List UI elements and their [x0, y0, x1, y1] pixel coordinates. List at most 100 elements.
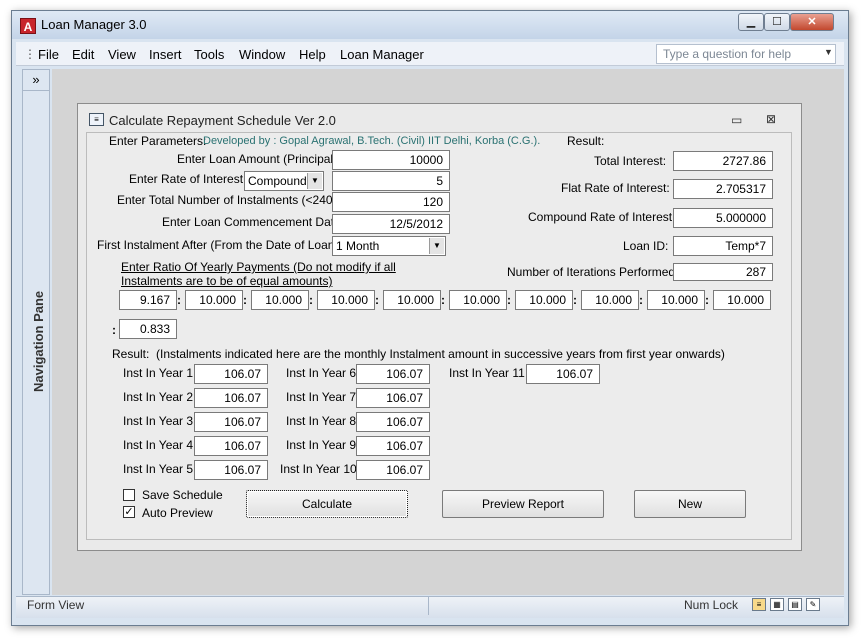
navigation-pane-label[interactable]: Navigation Pane — [31, 291, 46, 392]
loan-id-label: Loan ID: — [623, 239, 669, 253]
inst-year-label: Inst In Year 1 — [123, 366, 194, 380]
menu-help[interactable]: Help — [299, 47, 326, 62]
form-icon: ≡ — [89, 113, 104, 126]
app-icon: A — [20, 18, 36, 34]
iterations-label: Number of Iterations Performed: — [507, 265, 679, 279]
inst-year-field[interactable]: 106.07 — [526, 364, 600, 384]
ratio-field[interactable]: 0.833 — [119, 319, 177, 339]
preview-report-button[interactable]: Preview Report — [442, 490, 604, 518]
chevron-down-icon[interactable]: ▼ — [429, 238, 444, 254]
form-minimize-icon[interactable]: ▭ — [731, 113, 742, 127]
ratio-separator: : — [705, 293, 709, 307]
num-lock-indicator: Num Lock — [684, 598, 739, 612]
form-close-icon[interactable]: ⊠ — [766, 112, 776, 126]
auto-preview-checkbox[interactable]: ✓ — [123, 506, 135, 518]
inst-year-label: Inst In Year 7 — [286, 390, 357, 404]
inst-year-label: Inst In Year 10 — [280, 462, 357, 476]
chevron-down-icon[interactable]: ▼ — [824, 47, 833, 57]
menu-insert[interactable]: Insert — [149, 47, 182, 62]
ratio-separator: : — [639, 293, 643, 307]
instalments-field[interactable]: 120 — [332, 192, 450, 212]
ratio-separator: : — [507, 293, 511, 307]
inst-year-label: Inst In Year 5 — [123, 462, 194, 476]
menu-grip-icon: ⋮ — [24, 47, 36, 61]
commencement-date-field[interactable]: 12/5/2012 — [332, 214, 450, 234]
minimize-button[interactable]: ▁ — [738, 13, 764, 31]
inst-year-field[interactable]: 106.07 — [356, 436, 430, 456]
close-button[interactable]: ✕ — [790, 13, 834, 31]
total-interest-label: Total Interest: — [594, 154, 667, 168]
chevron-down-icon[interactable]: ▼ — [307, 173, 322, 189]
first-instalment-select[interactable]: 1 Month ▼ — [332, 236, 446, 256]
maximize-button[interactable]: ☐ — [764, 13, 790, 31]
inst-year-label: Inst In Year 9 — [286, 438, 357, 452]
ratio-field[interactable]: 10.000 — [449, 290, 507, 310]
flat-rate-field[interactable]: 2.705317 — [673, 179, 773, 199]
ratio-separator: : — [309, 293, 313, 307]
save-schedule-checkbox[interactable] — [123, 489, 135, 501]
loan-id-field[interactable]: Temp*7 — [673, 236, 773, 256]
ratio-separator: : — [573, 293, 577, 307]
pivot-table-view-icon[interactable]: ▤ — [788, 598, 802, 611]
inst-year-field[interactable]: 106.07 — [194, 412, 268, 432]
expand-nav-icon[interactable]: » — [22, 69, 50, 91]
ratio-field[interactable]: 9.167 — [119, 290, 177, 310]
form-view-icon[interactable]: ≡ — [752, 598, 766, 611]
ratio-field[interactable]: 10.000 — [317, 290, 375, 310]
menu-file[interactable]: File — [38, 47, 59, 62]
inst-year-label: Inst In Year 6 — [286, 366, 357, 380]
first-instalment-label: First Instalment After (From the Date of… — [97, 238, 342, 252]
inst-year-field[interactable]: 106.07 — [194, 460, 268, 480]
rate-type-select[interactable]: Compound ▼ — [244, 171, 324, 191]
ratio-field[interactable]: 10.000 — [647, 290, 705, 310]
instalments-label: Enter Total Number of Instalments (<240)… — [117, 193, 340, 207]
result-note-label: Result: — [112, 347, 150, 361]
ratio-field[interactable]: 10.000 — [515, 290, 573, 310]
developer-credit: Developed by : Gopal Agrawal, B.Tech. (C… — [203, 135, 541, 147]
inst-year-label: Inst In Year 3 — [123, 414, 194, 428]
menu-window[interactable]: Window — [239, 47, 285, 62]
inst-year-field[interactable]: 106.07 — [356, 412, 430, 432]
inst-year-field[interactable]: 106.07 — [194, 436, 268, 456]
inst-year-field[interactable]: 106.07 — [194, 364, 268, 384]
design-view-icon[interactable]: ✎ — [806, 598, 820, 611]
ratio-field[interactable]: 10.000 — [185, 290, 243, 310]
ratio-separator: : — [112, 323, 116, 337]
ratio-field[interactable]: 10.000 — [581, 290, 639, 310]
ratio-field[interactable]: 10.000 — [251, 290, 309, 310]
inst-year-field[interactable]: 106.07 — [356, 364, 430, 384]
new-button[interactable]: New — [634, 490, 746, 518]
loan-amount-label: Enter Loan Amount (Principal): — [177, 152, 341, 166]
ratio-field[interactable]: 10.000 — [713, 290, 771, 310]
inst-year-field[interactable]: 106.07 — [356, 388, 430, 408]
status-divider — [428, 597, 429, 615]
rate-type-value: Compound — [248, 174, 307, 188]
window-title: Loan Manager 3.0 — [41, 17, 147, 32]
menu-edit[interactable]: Edit — [72, 47, 94, 62]
iterations-field[interactable]: 287 — [673, 263, 773, 281]
commencement-date-label: Enter Loan Commencement Date: — [162, 215, 345, 229]
inst-year-label: Inst In Year 4 — [123, 438, 194, 452]
menu-tools[interactable]: Tools — [194, 47, 224, 62]
ratio-separator: : — [243, 293, 247, 307]
menu-view[interactable]: View — [108, 47, 136, 62]
datasheet-view-icon[interactable]: ▦ — [770, 598, 784, 611]
ratio-separator: : — [441, 293, 445, 307]
result-header: Result: — [567, 134, 605, 148]
ratio-field[interactable]: 10.000 — [383, 290, 441, 310]
help-search-input[interactable]: Type a question for help — [656, 44, 836, 64]
inst-year-field[interactable]: 106.07 — [194, 388, 268, 408]
menu-loan-manager[interactable]: Loan Manager — [340, 47, 424, 62]
first-instalment-value: 1 Month — [336, 239, 380, 253]
ratio-label-line-2: Instalments are to be of equal amounts) — [121, 274, 333, 288]
calculate-button[interactable]: Calculate — [246, 490, 408, 518]
compound-rate-field[interactable]: 5.000000 — [673, 208, 773, 228]
compound-rate-label: Compound Rate of Interest: — [528, 210, 676, 224]
total-interest-field[interactable]: 2727.86 — [673, 151, 773, 171]
auto-preview-label: Auto Preview — [142, 506, 213, 520]
inst-year-field[interactable]: 106.07 — [356, 460, 430, 480]
inst-year-label: Inst In Year 11 — [449, 366, 525, 380]
enter-parameters-label: Enter Parameters: — [109, 134, 207, 148]
rate-field[interactable]: 5 — [332, 171, 450, 191]
loan-amount-field[interactable]: 10000 — [332, 150, 450, 170]
